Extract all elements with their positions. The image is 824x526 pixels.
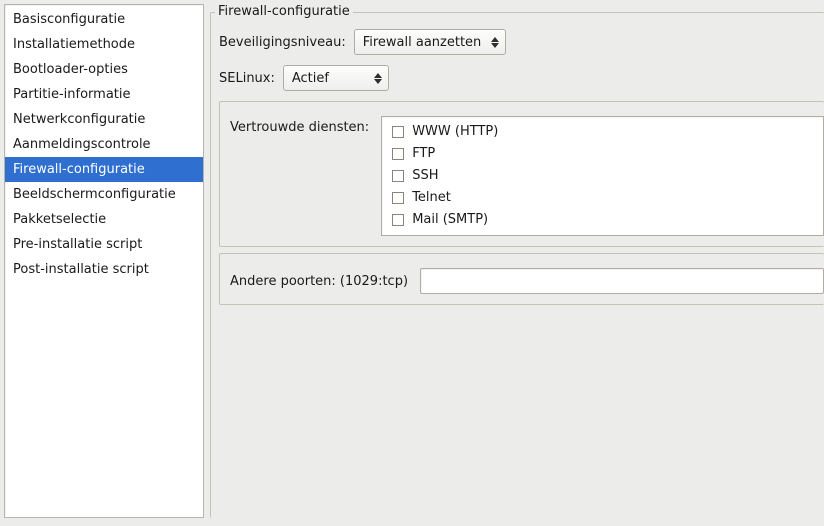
selinux-combo[interactable]: Actief bbox=[283, 65, 389, 91]
selinux-label: SELinux: bbox=[219, 71, 275, 86]
service-label: FTP bbox=[412, 145, 435, 163]
other-ports-label: Andere poorten: (1029:tcp) bbox=[230, 268, 408, 294]
main-panel: Firewall-configuratie Beveiligingsniveau… bbox=[210, 4, 824, 522]
checkbox-mail[interactable] bbox=[392, 214, 404, 226]
service-label: Telnet bbox=[412, 189, 451, 207]
service-row-www[interactable]: WWW (HTTP) bbox=[382, 121, 823, 143]
other-ports-group: Andere poorten: (1029:tcp) bbox=[219, 253, 824, 305]
trusted-services-list: WWW (HTTP) FTP SSH Telnet bbox=[381, 116, 824, 236]
service-label: Mail (SMTP) bbox=[412, 211, 488, 229]
sidebar-item-bootloader-opties[interactable]: Bootloader-opties bbox=[5, 57, 203, 82]
selinux-row: SELinux: Actief bbox=[219, 65, 816, 91]
service-label: SSH bbox=[412, 167, 438, 185]
firewall-group-legend: Firewall-configuratie bbox=[215, 4, 353, 19]
service-label: WWW (HTTP) bbox=[412, 123, 498, 141]
selinux-value: Actief bbox=[292, 71, 329, 86]
security-level-combo[interactable]: Firewall aanzetten bbox=[354, 29, 507, 55]
checkbox-ftp[interactable] bbox=[392, 148, 404, 160]
other-ports-input[interactable] bbox=[420, 268, 824, 294]
service-row-telnet[interactable]: Telnet bbox=[382, 187, 823, 209]
service-row-ssh[interactable]: SSH bbox=[382, 165, 823, 187]
firewall-group: Firewall-configuratie Beveiligingsniveau… bbox=[210, 12, 824, 518]
sidebar-item-partitie-informatie[interactable]: Partitie-informatie bbox=[5, 82, 203, 107]
updown-icon bbox=[374, 73, 382, 84]
sidebar-item-basisconfiguratie[interactable]: Basisconfiguratie bbox=[5, 7, 203, 32]
checkbox-www[interactable] bbox=[392, 126, 404, 138]
sidebar-item-aanmeldingscontrole[interactable]: Aanmeldingscontrole bbox=[5, 132, 203, 157]
sidebar-list: Basisconfiguratie Installatiemethode Boo… bbox=[5, 5, 203, 284]
security-level-row: Beveiligingsniveau: Firewall aanzetten bbox=[219, 29, 816, 55]
security-level-label: Beveiligingsniveau: bbox=[219, 35, 346, 50]
sidebar-item-beeldschermconfiguratie[interactable]: Beeldschermconfiguratie bbox=[5, 182, 203, 207]
checkbox-ssh[interactable] bbox=[392, 170, 404, 182]
trusted-services-group: Vertrouwde diensten: WWW (HTTP) FTP S bbox=[219, 101, 824, 247]
trusted-services-label: Vertrouwde diensten: bbox=[230, 116, 369, 236]
updown-icon bbox=[491, 37, 499, 48]
sidebar-item-pakketselectie[interactable]: Pakketselectie bbox=[5, 207, 203, 232]
security-level-value: Firewall aanzetten bbox=[363, 35, 482, 50]
sidebar-item-netwerkconfiguratie[interactable]: Netwerkconfiguratie bbox=[5, 107, 203, 132]
sidebar: Basisconfiguratie Installatiemethode Boo… bbox=[4, 4, 204, 518]
sidebar-item-firewall-configuratie[interactable]: Firewall-configuratie bbox=[5, 157, 203, 182]
checkbox-telnet[interactable] bbox=[392, 192, 404, 204]
service-row-ftp[interactable]: FTP bbox=[382, 143, 823, 165]
service-row-mail[interactable]: Mail (SMTP) bbox=[382, 209, 823, 231]
sidebar-item-pre-installatie-script[interactable]: Pre-installatie script bbox=[5, 232, 203, 257]
sidebar-item-installatiemethode[interactable]: Installatiemethode bbox=[5, 32, 203, 57]
sidebar-item-post-installatie-script[interactable]: Post-installatie script bbox=[5, 257, 203, 282]
